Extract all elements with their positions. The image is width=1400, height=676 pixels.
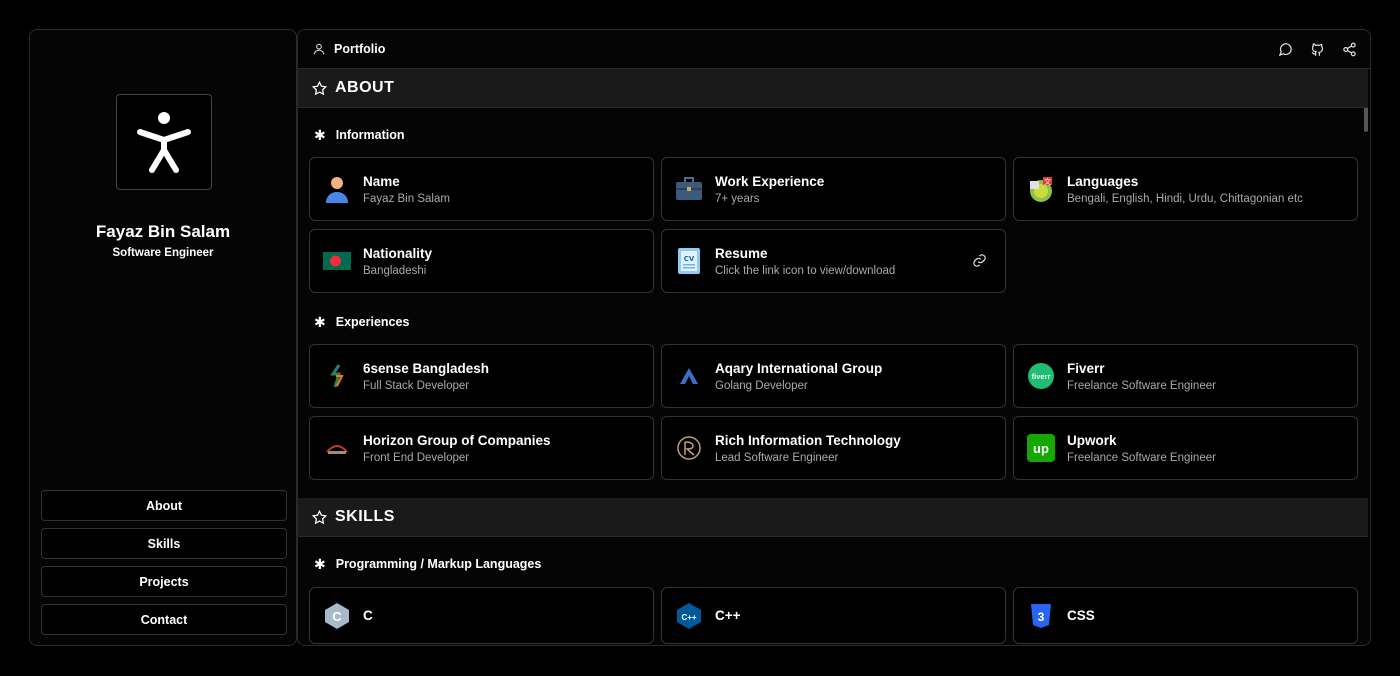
aqary-logo-icon: [675, 362, 703, 390]
about-title: ABOUT: [335, 79, 395, 96]
experiences-subhead: ✱ Experiences: [298, 314, 1368, 330]
languages-subhead: ✱ Programming / Markup Languages: [298, 556, 1368, 572]
asterisk-icon: ✱: [314, 126, 326, 143]
resume-link-icon[interactable]: [972, 253, 987, 273]
card-title: Upwork: [1067, 432, 1117, 448]
languages-title: Programming / Markup Languages: [335, 557, 542, 571]
card-title: Resume: [715, 245, 768, 261]
user-icon: [313, 43, 325, 55]
fiverr-logo-icon: fiverr: [1027, 362, 1055, 390]
card-title: Name: [363, 173, 400, 189]
asterisk-icon: ✱: [314, 313, 326, 330]
sidebar-nav: About Skills Projects Contact: [41, 490, 287, 635]
top-bar: Portfolio: [298, 30, 1370, 69]
card-title: Nationality: [363, 245, 433, 261]
card-subtitle: Golang Developer: [715, 379, 808, 392]
nav-skills-button[interactable]: Skills: [41, 528, 287, 559]
experience-card-upwork: up Upwork Freelance Software Engineer: [1013, 416, 1358, 480]
profile-role: Software Engineer: [112, 247, 214, 259]
css-logo-text: 3: [1038, 610, 1045, 624]
fiverr-logo-text: fiverr: [1032, 372, 1051, 381]
experience-card-aqary: Aqary International Group Golang Develop…: [661, 344, 1006, 408]
6sense-logo-icon: [323, 362, 351, 390]
card-title: Aqary International Group: [715, 360, 883, 376]
card-subtitle: Bangladeshi: [363, 264, 427, 277]
card-title: C++: [715, 608, 741, 623]
card-title: CSS: [1067, 608, 1095, 623]
cpp-logo-text: C++: [681, 613, 696, 622]
share-icon[interactable]: [1340, 40, 1358, 58]
card-subtitle: Bengali, English, Hindi, Urdu, Chittagon…: [1067, 192, 1303, 205]
skills-title: SKILLS: [335, 508, 395, 525]
briefcase-icon: [675, 175, 703, 203]
nav-projects-button[interactable]: Projects: [41, 566, 287, 597]
card-title: Horizon Group of Companies: [363, 432, 551, 448]
card-title: Work Experience: [715, 173, 825, 189]
cpp-language-icon: C++: [675, 602, 703, 630]
info-card-resume: CV Resume Click the link icon to view/do…: [661, 229, 1006, 293]
skill-card-css: 3 CSS: [1013, 587, 1358, 644]
card-title: 6sense Bangladesh: [363, 360, 490, 376]
c-language-icon: C: [323, 602, 351, 630]
info-card-name: Name Fayaz Bin Salam: [309, 157, 654, 221]
card-subtitle: Full Stack Developer: [363, 379, 470, 392]
chat-icon[interactable]: [1276, 40, 1294, 58]
css3-icon: 3: [1027, 602, 1055, 630]
card-subtitle: 7+ years: [715, 192, 760, 205]
c-logo-text: C: [332, 609, 342, 624]
asterisk-icon: ✱: [314, 555, 326, 572]
skill-card-c: C C: [309, 587, 654, 644]
info-card-nationality: Nationality Bangladeshi: [309, 229, 654, 293]
info-card-languages: 文 Languages Bengali, English, Hindi, Urd…: [1013, 157, 1358, 221]
github-icon[interactable]: [1308, 40, 1326, 58]
accessibility-person-icon: [137, 112, 191, 173]
card-subtitle: Fayaz Bin Salam: [363, 192, 450, 205]
translate-icon: 文: [1027, 175, 1055, 203]
card-title: Languages: [1067, 173, 1139, 189]
skill-card-cpp: C++ C++: [661, 587, 1006, 644]
svg-text:CV: CV: [684, 255, 695, 263]
experiences-title: Experiences: [335, 315, 410, 329]
upwork-logo-text: up: [1033, 441, 1049, 456]
info-card-work-experience: Work Experience 7+ years: [661, 157, 1006, 221]
skills-section-header: SKILLS: [298, 498, 1368, 537]
sidebar: Fayaz Bin Salam Software Engineer About …: [29, 29, 297, 646]
star-icon: [312, 509, 327, 524]
card-subtitle: Freelance Software Engineer: [1067, 379, 1216, 392]
card-title: Fiverr: [1067, 360, 1105, 376]
star-icon: [312, 80, 327, 95]
card-subtitle: Lead Software Engineer: [715, 451, 839, 464]
rich-it-logo-icon: [675, 434, 703, 462]
experience-card-horizon: Horizon Group of Companies Front End Dev…: [309, 416, 654, 480]
card-subtitle: Freelance Software Engineer: [1067, 451, 1216, 464]
information-grid: Name Fayaz Bin Salam Work Experience 7+ …: [298, 157, 1368, 293]
content: ABOUT ✱ Information Name Fayaz Bin Salam: [298, 69, 1368, 644]
information-title: Information: [335, 128, 405, 142]
svg-text:文: 文: [1044, 177, 1051, 186]
main-panel: Portfolio ABOUT ✱ Information Name Fayaz…: [297, 29, 1371, 646]
person-emoji-icon: [323, 175, 351, 203]
bangladesh-flag-icon: [323, 247, 351, 275]
card-title: Rich Information Technology: [715, 432, 901, 448]
nav-about-button[interactable]: About: [41, 490, 287, 521]
experience-card-fiverr: fiverr Fiverr Freelance Software Enginee…: [1013, 344, 1358, 408]
experience-card-6sense: 6sense Bangladesh Full Stack Developer: [309, 344, 654, 408]
experiences-grid: 6sense Bangladesh Full Stack Developer A…: [298, 344, 1368, 480]
profile-name: Fayaz Bin Salam: [95, 222, 231, 241]
nav-contact-button[interactable]: Contact: [41, 604, 287, 635]
avatar: [116, 94, 212, 190]
page-title: Portfolio: [334, 42, 386, 56]
cv-document-icon: CV: [675, 247, 703, 275]
card-title: C: [363, 608, 373, 623]
information-subhead: ✱ Information: [298, 127, 1368, 143]
about-section-header: ABOUT: [298, 69, 1368, 108]
upwork-logo-icon: up: [1027, 434, 1055, 462]
experience-card-rich-it: Rich Information Technology Lead Softwar…: [661, 416, 1006, 480]
languages-grid: C C C++ C++ 3 CSS: [298, 587, 1368, 644]
card-subtitle: Front End Developer: [363, 451, 470, 464]
card-subtitle: Click the link icon to view/download: [715, 264, 896, 277]
horizon-logo-icon: [323, 434, 351, 462]
